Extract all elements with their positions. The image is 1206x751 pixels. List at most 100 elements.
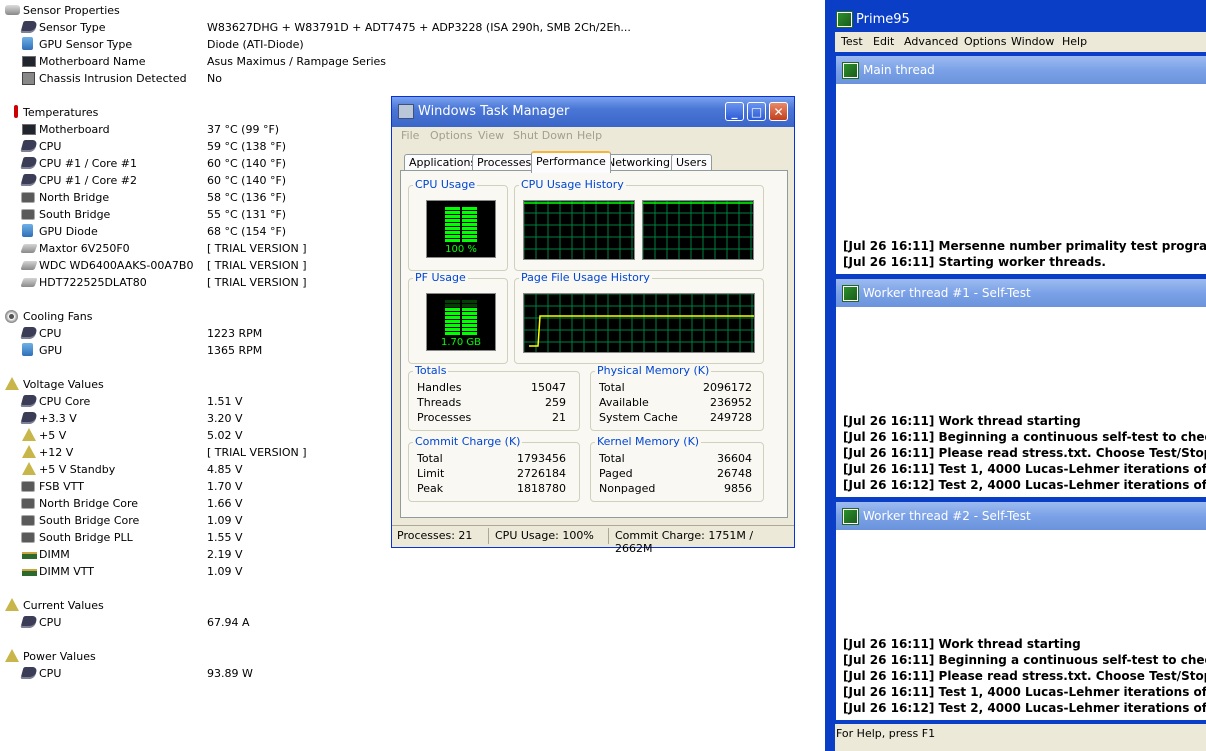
prime95-statusbar: For Help, press F1 [835, 724, 1206, 751]
sensor-value: 67.94 A [207, 616, 250, 629]
hard-drive-icon [20, 261, 38, 270]
menu-edit[interactable]: Edit [873, 35, 894, 48]
sensor-label: Maxtor 6V250F0 [39, 242, 130, 255]
prime95-child-titlebar[interactable]: Worker thread #1 - Self-Test [836, 279, 1206, 307]
sensor-value: 59 °C (138 °F) [207, 140, 287, 153]
sensor-label: WDC WD6400AAKS-00A7B0 [39, 259, 194, 272]
status-separator [488, 528, 489, 544]
menu-file[interactable]: File [401, 129, 419, 142]
prime95-child-titlebar[interactable]: Main thread [836, 56, 1206, 84]
prime95-child-window[interactable]: Worker thread #2 - Self-Test [Jul 26 16:1… [836, 502, 1206, 720]
prime95-child-title: Main thread [863, 63, 935, 77]
log-line: [Jul 26 16:12] Test 2, 4000 Lucas-Lehmer… [843, 478, 1206, 492]
sensor-row[interactable]: Motherboard Name Asus Maximus / Rampage S… [22, 53, 722, 70]
menu-window[interactable]: Window [1011, 35, 1054, 48]
cpu-icon [20, 327, 38, 339]
sensor-row[interactable]: Sensor Type W83627DHG + W83791D + ADT7475… [20, 19, 722, 36]
totals-title: Totals [413, 364, 449, 377]
sensor-value: W83627DHG + W83791D + ADT7475 + ADP3228 … [207, 21, 631, 34]
processes-value: 21 [552, 411, 566, 424]
sensor-value: [ TRIAL VERSION ] [207, 259, 307, 272]
prime95-child-window[interactable]: Main thread [Jul 26 16:11] Mersenne numbe… [836, 56, 1206, 274]
hard-drive-icon [20, 244, 38, 253]
section-header[interactable]: Cooling Fans [5, 308, 305, 325]
commit-peak-value: 1818780 [517, 482, 566, 495]
cpu-usage-group: CPU Usage 100 % [408, 178, 508, 271]
menu-test[interactable]: Test [841, 35, 863, 48]
sensor-row[interactable]: GPU Sensor Type Diode (ATI-Diode) [22, 36, 722, 53]
sensor-row[interactable]: CPU 67.94 A [20, 614, 722, 631]
kernel-memory-group: Kernel Memory (K) Total 36604 Paged 2674… [590, 435, 764, 502]
tab-processes[interactable]: Processes [472, 154, 537, 171]
physical-total-value: 2096172 [703, 381, 752, 394]
cpu-history-graph-core2 [642, 200, 754, 260]
sensor-row[interactable]: Chassis Intrusion Detected No [22, 70, 722, 87]
prime95-child-window[interactable]: Worker thread #1 - Self-Test [Jul 26 16:1… [836, 279, 1206, 497]
menu-options[interactable]: Options [430, 129, 472, 142]
menu-advanced[interactable]: Advanced [904, 35, 958, 48]
pf-usage-label: PF Usage [413, 271, 468, 284]
thermometer-icon [14, 105, 18, 118]
system-cache-value: 249728 [710, 411, 752, 424]
sensor-label: +5 V [39, 429, 67, 442]
sensor-value: No [207, 72, 222, 85]
close-button[interactable]: ✕ [769, 102, 788, 121]
pf-usage-bar: 1.70 GB [441, 300, 481, 348]
tab-applications[interactable]: Applications [404, 154, 482, 171]
prime95-window[interactable]: Prime95 Test Edit Advanced Options Windo… [825, 0, 1206, 751]
log-line: [Jul 26 16:11] Test 1, 4000 Lucas-Lehmer… [843, 462, 1206, 476]
section-header[interactable]: Voltage Values [5, 376, 305, 393]
sensor-value: 1.55 V [207, 531, 243, 544]
sensor-value: Asus Maximus / Rampage Series [207, 55, 387, 68]
sensor-row[interactable]: CPU 93.89 W [20, 665, 722, 682]
tab-performance[interactable]: Performance [531, 151, 611, 173]
sensor-label: Motherboard Name [39, 55, 146, 68]
sensor-label: GPU [39, 344, 63, 357]
log-line: [Jul 26 16:11] Starting worker threads. [843, 255, 1106, 269]
sensor-label: GPU Sensor Type [39, 38, 133, 51]
maximize-button[interactable]: □ [747, 102, 766, 121]
hard-drive-icon [20, 278, 38, 287]
status-commit-charge: Commit Charge: 1751M / 2662M [615, 529, 754, 555]
menu-options[interactable]: Options [964, 35, 1006, 48]
gpu-icon [22, 224, 33, 237]
section-header[interactable]: Sensor Properties [5, 2, 305, 19]
minimize-button[interactable]: _ [725, 102, 744, 121]
sensor-value: 60 °C (140 °F) [207, 174, 287, 187]
tab-users[interactable]: Users [671, 154, 712, 171]
voltage-icon [5, 377, 19, 390]
sensor-label: CPU [39, 616, 62, 629]
prime95-menubar: Test Edit Advanced Options Window Help [835, 32, 1206, 52]
sensor-value: 1.09 V [207, 514, 243, 527]
cpu-icon [20, 157, 38, 169]
sensor-label: Chassis Intrusion Detected [39, 72, 187, 85]
commit-charge-group: Commit Charge (K) Total 1793456 Limit 27… [408, 435, 580, 502]
bridge-icon [22, 482, 34, 491]
commit-total-value: 1793456 [517, 452, 566, 465]
section-header[interactable]: Power Values [5, 648, 305, 665]
sensor-row[interactable]: DIMM VTT 1.09 V [22, 563, 722, 580]
section-header[interactable]: Temperatures [5, 104, 305, 121]
voltage-icon [5, 598, 19, 611]
prime95-thread-icon [842, 285, 859, 302]
sensor-value: 1.09 V [207, 565, 243, 578]
pf-history-label: Page File Usage History [519, 271, 652, 284]
commit-total-label: Total [417, 452, 443, 465]
sensor-value: 93.89 W [207, 667, 253, 680]
task-manager-window[interactable]: Windows Task Manager _ □ ✕ File Options … [391, 96, 795, 555]
task-manager-titlebar[interactable]: Windows Task Manager _ □ ✕ [392, 97, 794, 127]
kernel-total-value: 36604 [717, 452, 752, 465]
tab-networking[interactable]: Networking [602, 154, 675, 171]
log-line: [Jul 26 16:11] Please read stress.txt. C… [843, 669, 1206, 683]
chip-icon [20, 21, 38, 33]
status-separator [608, 528, 609, 544]
menu-help[interactable]: Help [1062, 35, 1087, 48]
menu-view[interactable]: View [478, 129, 504, 142]
prime95-child-titlebar[interactable]: Worker thread #2 - Self-Test [836, 502, 1206, 530]
section-header[interactable]: Current Values [5, 597, 305, 614]
menu-help[interactable]: Help [577, 129, 602, 142]
kernel-paged-value: 26748 [717, 467, 752, 480]
handles-value: 15047 [531, 381, 566, 394]
menu-shut-down[interactable]: Shut Down [513, 129, 573, 142]
cpu-usage-meter: 100 % [426, 200, 496, 258]
